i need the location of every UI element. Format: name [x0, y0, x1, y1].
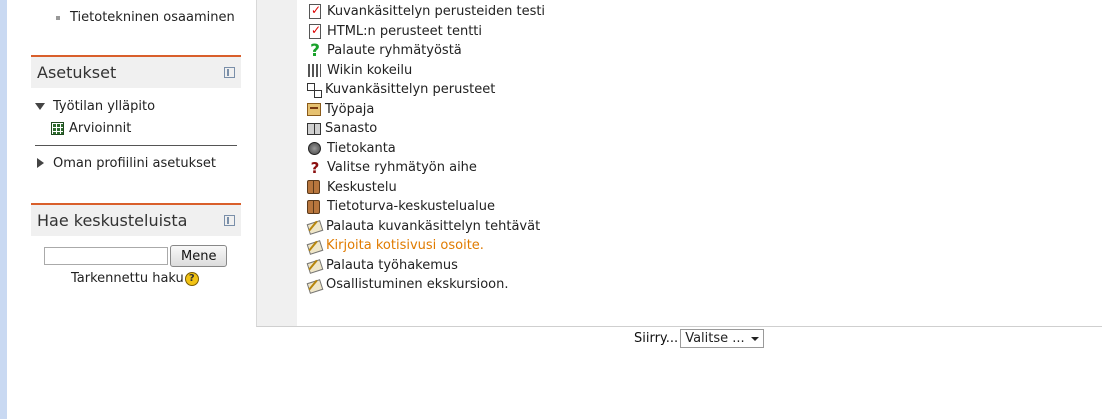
assignment-icon — [307, 278, 322, 292]
chevron-down-icon — [751, 336, 760, 341]
forum-search-input[interactable] — [44, 247, 168, 265]
activity-label: HTML:n perusteet tentti — [327, 23, 482, 39]
quiz-icon — [309, 3, 321, 20]
activity-label: Wikin kokeilu — [327, 62, 413, 78]
assignment-icon — [307, 219, 322, 233]
advanced-search-label: Tarkennettu haku — [71, 271, 184, 286]
activity-label: Kuvankäsittelyn perusteet — [325, 82, 496, 98]
activity-item[interactable]: Wikin kokeilu — [307, 61, 545, 81]
tree-item-label: Arvioinnit — [69, 120, 132, 136]
activity-label: Valitse ryhmätyön aihe — [327, 160, 477, 176]
activity-item[interactable]: Tietoturva-keskustelualue — [307, 197, 545, 217]
activity-item[interactable]: Palauta kuvankäsittelyn tehtävät — [307, 217, 545, 237]
feedback-icon: ? — [310, 40, 320, 61]
activity-item[interactable]: Sanasto — [307, 119, 545, 139]
assignment-icon — [307, 258, 322, 272]
settings-block-header: Asetukset — [31, 55, 241, 88]
left-page-strip — [0, 0, 7, 419]
forum-search-block-title: Hae keskusteluista — [37, 211, 188, 230]
activity-item[interactable]: Työpaja — [307, 100, 545, 120]
activity-item[interactable]: Osallistuminen ekskursioon. — [307, 275, 545, 295]
dock-block-icon[interactable] — [224, 215, 235, 226]
activity-list: Kuvankäsittelyn perusteiden testi HTML:n… — [307, 2, 545, 295]
glossary-icon — [307, 122, 321, 135]
dock-block-icon[interactable] — [224, 67, 235, 78]
grades-icon — [51, 121, 64, 135]
activity-item[interactable]: Kirjoita kotisivusi osoite. — [307, 236, 545, 256]
jump-label: Siirry... — [634, 331, 679, 346]
tree-item-workspace-admin[interactable]: Työtilan ylläpito — [31, 95, 241, 117]
activity-label: Kirjoita kotisivusi osoite. — [326, 238, 484, 254]
tree-item-label: Oman profiilini asetukset — [53, 155, 216, 171]
activity-item[interactable]: ? Palaute ryhmätyöstä — [307, 41, 545, 61]
database-icon — [308, 141, 321, 155]
jump-select[interactable]: Valitse ... — [680, 329, 765, 348]
activity-item[interactable]: HTML:n perusteet tentti — [307, 22, 545, 42]
workshop-icon — [307, 102, 321, 116]
forum-icon — [307, 199, 320, 214]
expanded-triangle-icon — [35, 102, 45, 110]
jump-to-section: Siirry... Valitse ... — [634, 329, 765, 348]
bullet-icon — [56, 15, 60, 20]
activity-label: Palauta kuvankäsittelyn tehtävät — [326, 218, 541, 234]
advanced-search-link[interactable]: Tarkennettu haku ? — [71, 271, 241, 286]
wiki-icon — [308, 63, 321, 77]
activity-label: Kuvankäsittelyn perusteiden testi — [327, 4, 546, 20]
activity-label: Palauta työhakemus — [326, 257, 458, 273]
activity-label: Tietoturva-keskustelualue — [327, 199, 495, 215]
tree-item-label: Työtilan ylläpito — [53, 98, 156, 114]
activity-item[interactable]: Kuvankäsittelyn perusteiden testi — [307, 2, 545, 22]
forum-search-block-header: Hae keskusteluista — [31, 203, 241, 236]
activity-item[interactable]: Kuvankäsittelyn perusteet — [307, 80, 545, 100]
jump-select-value: Valitse ... — [685, 331, 745, 346]
collapsed-triangle-icon — [37, 158, 44, 168]
activity-label: Työpaja — [325, 101, 375, 117]
tree-item-profile-settings[interactable]: Oman profiilini asetukset — [31, 152, 241, 174]
tree-item-grades[interactable]: Arvioinnit — [31, 117, 241, 139]
lesson-icon — [307, 82, 322, 98]
activity-label: Keskustelu — [327, 179, 397, 195]
forum-icon — [307, 180, 320, 195]
divider — [35, 145, 237, 146]
settings-block: Asetukset Työtilan ylläpito Arvioinnit O… — [31, 55, 241, 174]
assignment-icon — [307, 239, 322, 253]
activity-item[interactable]: Tietokanta — [307, 139, 545, 159]
forum-search-block: Hae keskusteluista Mene Tarkennettu haku… — [31, 203, 241, 286]
activity-label: Sanasto — [325, 121, 378, 137]
forum-search-form: Mene — [44, 245, 241, 267]
quiz-icon — [309, 23, 321, 39]
activity-item[interactable]: ? Valitse ryhmätyön aihe — [307, 158, 545, 178]
search-go-button[interactable]: Mene — [170, 245, 228, 267]
nav-item-label: Tietotekninen osaaminen — [70, 10, 235, 25]
settings-block-title: Asetukset — [37, 63, 117, 82]
choice-icon: ? — [310, 158, 320, 177]
nav-item-tietotekninen-osaaminen[interactable]: Tietotekninen osaaminen — [56, 10, 235, 25]
activity-label: Palaute ryhmätyöstä — [327, 43, 462, 59]
activity-item[interactable]: Palauta työhakemus — [307, 256, 545, 276]
activity-label: Osallistuminen ekskursioon. — [326, 277, 509, 293]
activity-label: Tietokanta — [327, 140, 396, 156]
help-icon[interactable]: ? — [184, 271, 199, 286]
activity-item[interactable]: Keskustelu — [307, 178, 545, 198]
